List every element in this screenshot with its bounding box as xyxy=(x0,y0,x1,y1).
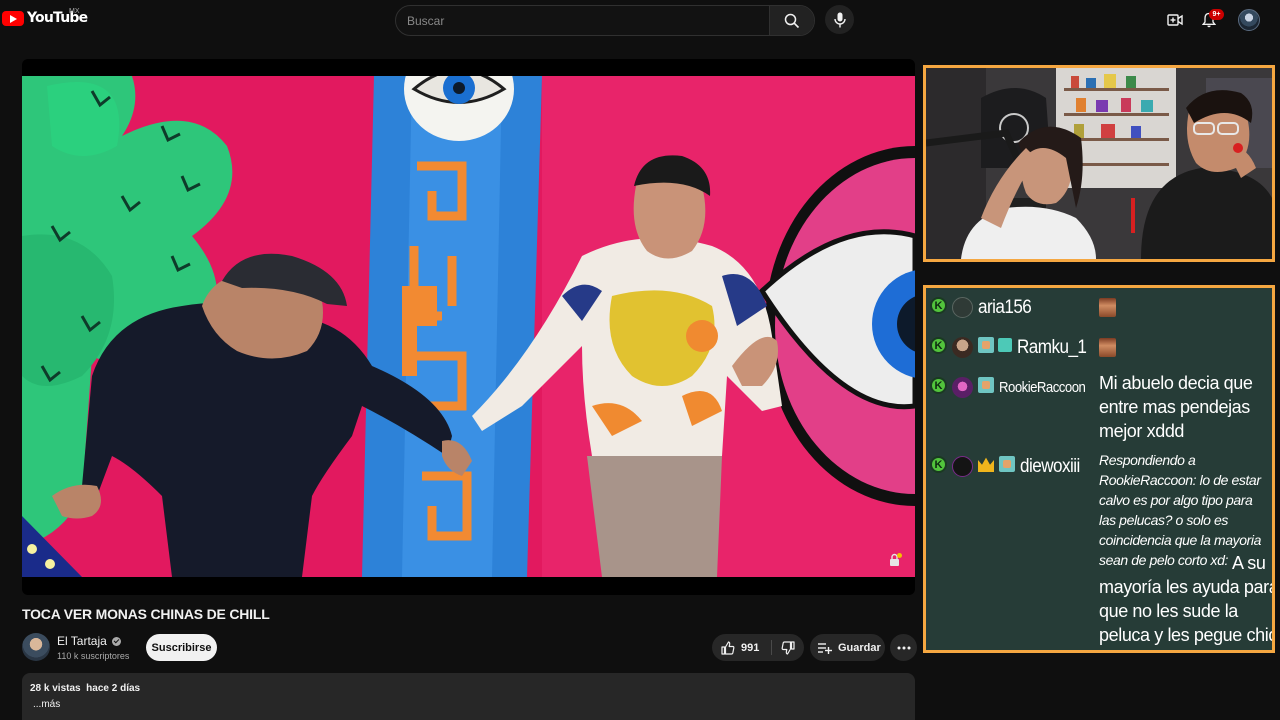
video-title: TOCA VER MONAS CHINAS DE CHILL xyxy=(22,606,270,622)
reply-line: Respondiendo a xyxy=(1099,452,1196,468)
view-count: 28 k vistas xyxy=(30,683,81,694)
more-horizontal-icon xyxy=(897,646,910,649)
country-code: MX xyxy=(69,8,80,15)
chat-username[interactable]: Ramku_1 xyxy=(1017,337,1087,359)
message-line: entre mas pendejas xyxy=(1099,397,1250,417)
webcam-scene xyxy=(926,68,1272,259)
message-line: Mi abuelo decia que xyxy=(1099,373,1253,393)
video-player[interactable]: ▲▲ xyxy=(22,59,915,595)
voice-search-button[interactable] xyxy=(825,5,854,34)
subscriber-count: 110 k suscriptores xyxy=(57,651,130,661)
channel-avatar[interactable] xyxy=(22,633,50,661)
gift-badge-icon xyxy=(998,338,1012,352)
crown-badge-icon xyxy=(978,457,994,472)
mic-icon xyxy=(833,12,846,27)
playlist-add-icon xyxy=(818,642,832,654)
like-button[interactable]: 991 xyxy=(712,634,770,661)
reply-line: calvo es por algo tipo para xyxy=(1099,492,1253,508)
show-more-link[interactable]: ...más xyxy=(33,699,907,710)
chat-username[interactable]: aria156 xyxy=(978,297,1032,319)
description-meta: 28 k vistas hace 2 días xyxy=(30,683,907,694)
kick-badge-icon: K xyxy=(930,456,947,473)
emote-icon xyxy=(1099,298,1116,317)
message-line: mejor xddd xyxy=(1099,421,1185,441)
verified-icon xyxy=(111,636,121,646)
top-bar: YouTube MX 9+ xyxy=(0,0,1280,42)
kick-badge-icon: K xyxy=(930,297,947,314)
chat-message: K Ramku_1 xyxy=(930,337,1094,359)
search-box xyxy=(395,5,815,36)
subscriber-badge-icon xyxy=(978,337,994,353)
message-line: peluca y les pegue chido xyxy=(1099,625,1275,645)
message-line: que no les sude la xyxy=(1099,601,1238,621)
chat-message: K diewoxiii xyxy=(930,456,1086,478)
kick-badge-icon: K xyxy=(930,377,947,394)
like-dislike-group: 991 xyxy=(712,634,804,661)
like-count: 991 xyxy=(741,641,760,654)
webcam-overlay xyxy=(923,65,1275,262)
video-frame[interactable] xyxy=(22,76,915,577)
subscribe-button[interactable]: Suscribirse xyxy=(146,634,217,661)
reply-line: RookieRaccoon: lo de estar xyxy=(1099,472,1261,488)
reply-line: coincidencia que la mayoria xyxy=(1099,532,1261,548)
lock-icon xyxy=(890,553,902,566)
user-avatar xyxy=(952,456,973,477)
search-input[interactable] xyxy=(396,6,770,35)
subscriber-badge-icon xyxy=(978,377,994,393)
message-line: mayoría les ayuda para xyxy=(1099,577,1275,597)
save-label: Guardar xyxy=(838,641,881,654)
chat-message-text: A su xyxy=(1232,553,1266,573)
chat-message: K aria156 xyxy=(930,297,1037,319)
description-box[interactable]: 28 k vistas hace 2 días ...más xyxy=(22,673,915,720)
subscriber-badge-icon xyxy=(999,456,1015,472)
more-actions-button[interactable] xyxy=(890,634,917,661)
thumbs-down-icon xyxy=(781,640,795,655)
chat-overlay: K aria156 K Ramku_1 K RookieRaccoon Mi a… xyxy=(923,285,1275,653)
save-button[interactable]: Guardar xyxy=(810,634,885,661)
kick-badge-icon: K xyxy=(930,337,947,354)
search-icon xyxy=(784,13,800,28)
youtube-logo[interactable]: YouTube MX xyxy=(2,8,88,26)
reply-line: las pelucas? o solo es xyxy=(1099,512,1228,528)
channel-name[interactable]: El Tartaja xyxy=(57,634,107,648)
notification-badge: 9+ xyxy=(1209,9,1224,20)
video-scene xyxy=(22,76,915,577)
channel-name-row[interactable]: El Tartaja xyxy=(57,634,121,648)
thumbs-up-icon xyxy=(721,640,735,655)
chat-message-text: Mi abuelo decia que entre mas pendejas m… xyxy=(1099,371,1253,443)
chat-username[interactable]: diewoxiii xyxy=(1020,456,1080,478)
user-avatar xyxy=(952,297,973,318)
dislike-button[interactable] xyxy=(772,634,804,661)
chat-message: K RookieRaccoon xyxy=(930,377,1097,398)
search-button[interactable] xyxy=(769,6,814,35)
user-avatar xyxy=(952,337,973,358)
create-video-icon xyxy=(1167,14,1183,26)
chat-username[interactable]: RookieRaccoon xyxy=(999,379,1086,396)
emote-icon xyxy=(1099,338,1116,357)
chat-message-text: mayoría les ayuda para que no les sude l… xyxy=(1099,575,1275,647)
youtube-logo-icon xyxy=(2,10,24,26)
create-button[interactable] xyxy=(1166,11,1184,29)
account-avatar[interactable] xyxy=(1238,9,1260,31)
upload-date: hace 2 días xyxy=(86,683,141,694)
user-avatar xyxy=(952,377,973,398)
